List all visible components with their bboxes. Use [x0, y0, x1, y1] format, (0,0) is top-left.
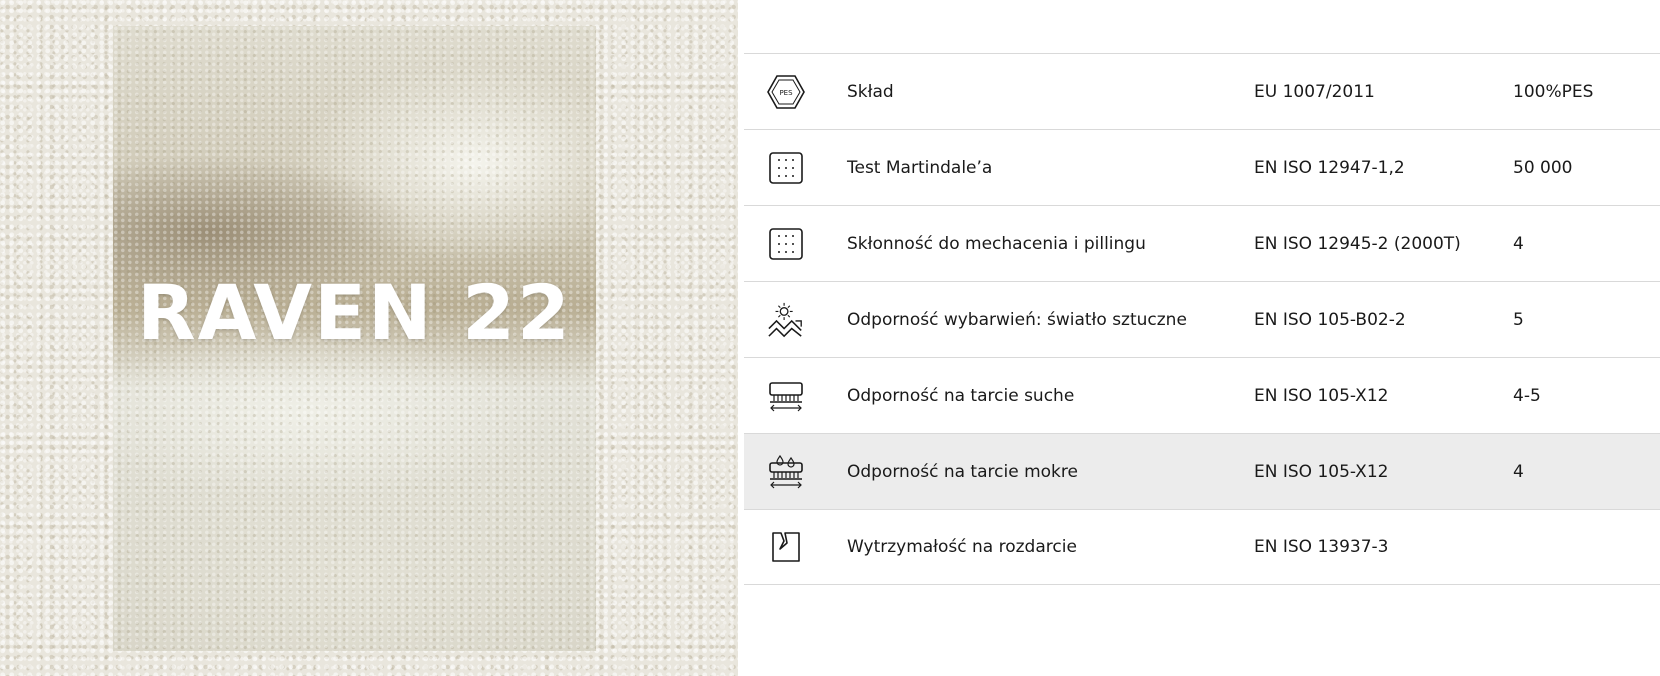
spec-name: Skłonność do mechacenia i pillingu	[847, 233, 1146, 254]
spec-norm: EN ISO 105-X12	[1254, 461, 1389, 482]
spec-value: 5	[1513, 309, 1524, 330]
spec-value: 4-5	[1513, 385, 1541, 406]
spec-row-lightfastness: Odporność wybarwień: światło sztuczne EN…	[744, 281, 1660, 357]
spec-value: 4	[1513, 461, 1524, 482]
spec-name: Odporność na tarcie mokre	[847, 461, 1078, 482]
sun-fabric-icon	[767, 301, 805, 339]
spec-row-dry-rub: Odporność na tarcie suche EN ISO 105-X12…	[744, 357, 1660, 433]
spec-name: Odporność wybarwień: światło sztuczne	[847, 309, 1187, 330]
spec-name: Wytrzymałość na rozdarcie	[847, 537, 1077, 557]
brush-dry-icon	[767, 377, 805, 415]
spec-name: Test Martindale’a	[847, 157, 993, 178]
spec-name: Odporność na tarcie suche	[847, 385, 1075, 406]
spec-row-tear-strength: Wytrzymałość na rozdarcie EN ISO 13937-3	[744, 509, 1660, 585]
spec-value: 50 000	[1513, 157, 1573, 178]
spec-name: Skład	[847, 81, 894, 102]
spec-row-wet-rub: Odporność na tarcie mokre EN ISO 105-X12…	[744, 433, 1660, 509]
spec-norm: EN ISO 12947-1,2	[1254, 157, 1405, 178]
spec-value: 100%PES	[1513, 81, 1594, 102]
spec-norm: EU 1007/2011	[1254, 81, 1375, 102]
spec-norm: EN ISO 105-B02-2	[1254, 309, 1406, 330]
spec-norm: EN ISO 13937-3	[1254, 537, 1389, 557]
spec-value: 4	[1513, 233, 1524, 254]
spec-norm: EN ISO 105-X12	[1254, 385, 1389, 406]
hexagon-composition-icon: PES	[767, 73, 805, 111]
spec-row-pilling: Skłonność do mechacenia i pillingu EN IS…	[744, 205, 1660, 281]
spec-row-composition: PES Skład EU 1007/2011 100%PES	[744, 53, 1660, 129]
spec-norm: EN ISO 12945-2 (2000T)	[1254, 233, 1461, 254]
specifications-table: PES Skład EU 1007/2011 100%PES Test Mart…	[744, 53, 1660, 585]
fabric-texture-background: RAVEN 22	[0, 0, 738, 676]
spec-row-martindale: Test Martindale’a EN ISO 12947-1,2 50 00…	[744, 129, 1660, 205]
product-title: RAVEN 22	[137, 268, 572, 357]
icon-text: PES	[779, 89, 793, 97]
dotted-grid-icon	[767, 149, 805, 187]
dotted-grid-icon	[767, 225, 805, 263]
brush-wet-icon	[767, 453, 805, 491]
tear-strength-icon	[767, 528, 805, 566]
